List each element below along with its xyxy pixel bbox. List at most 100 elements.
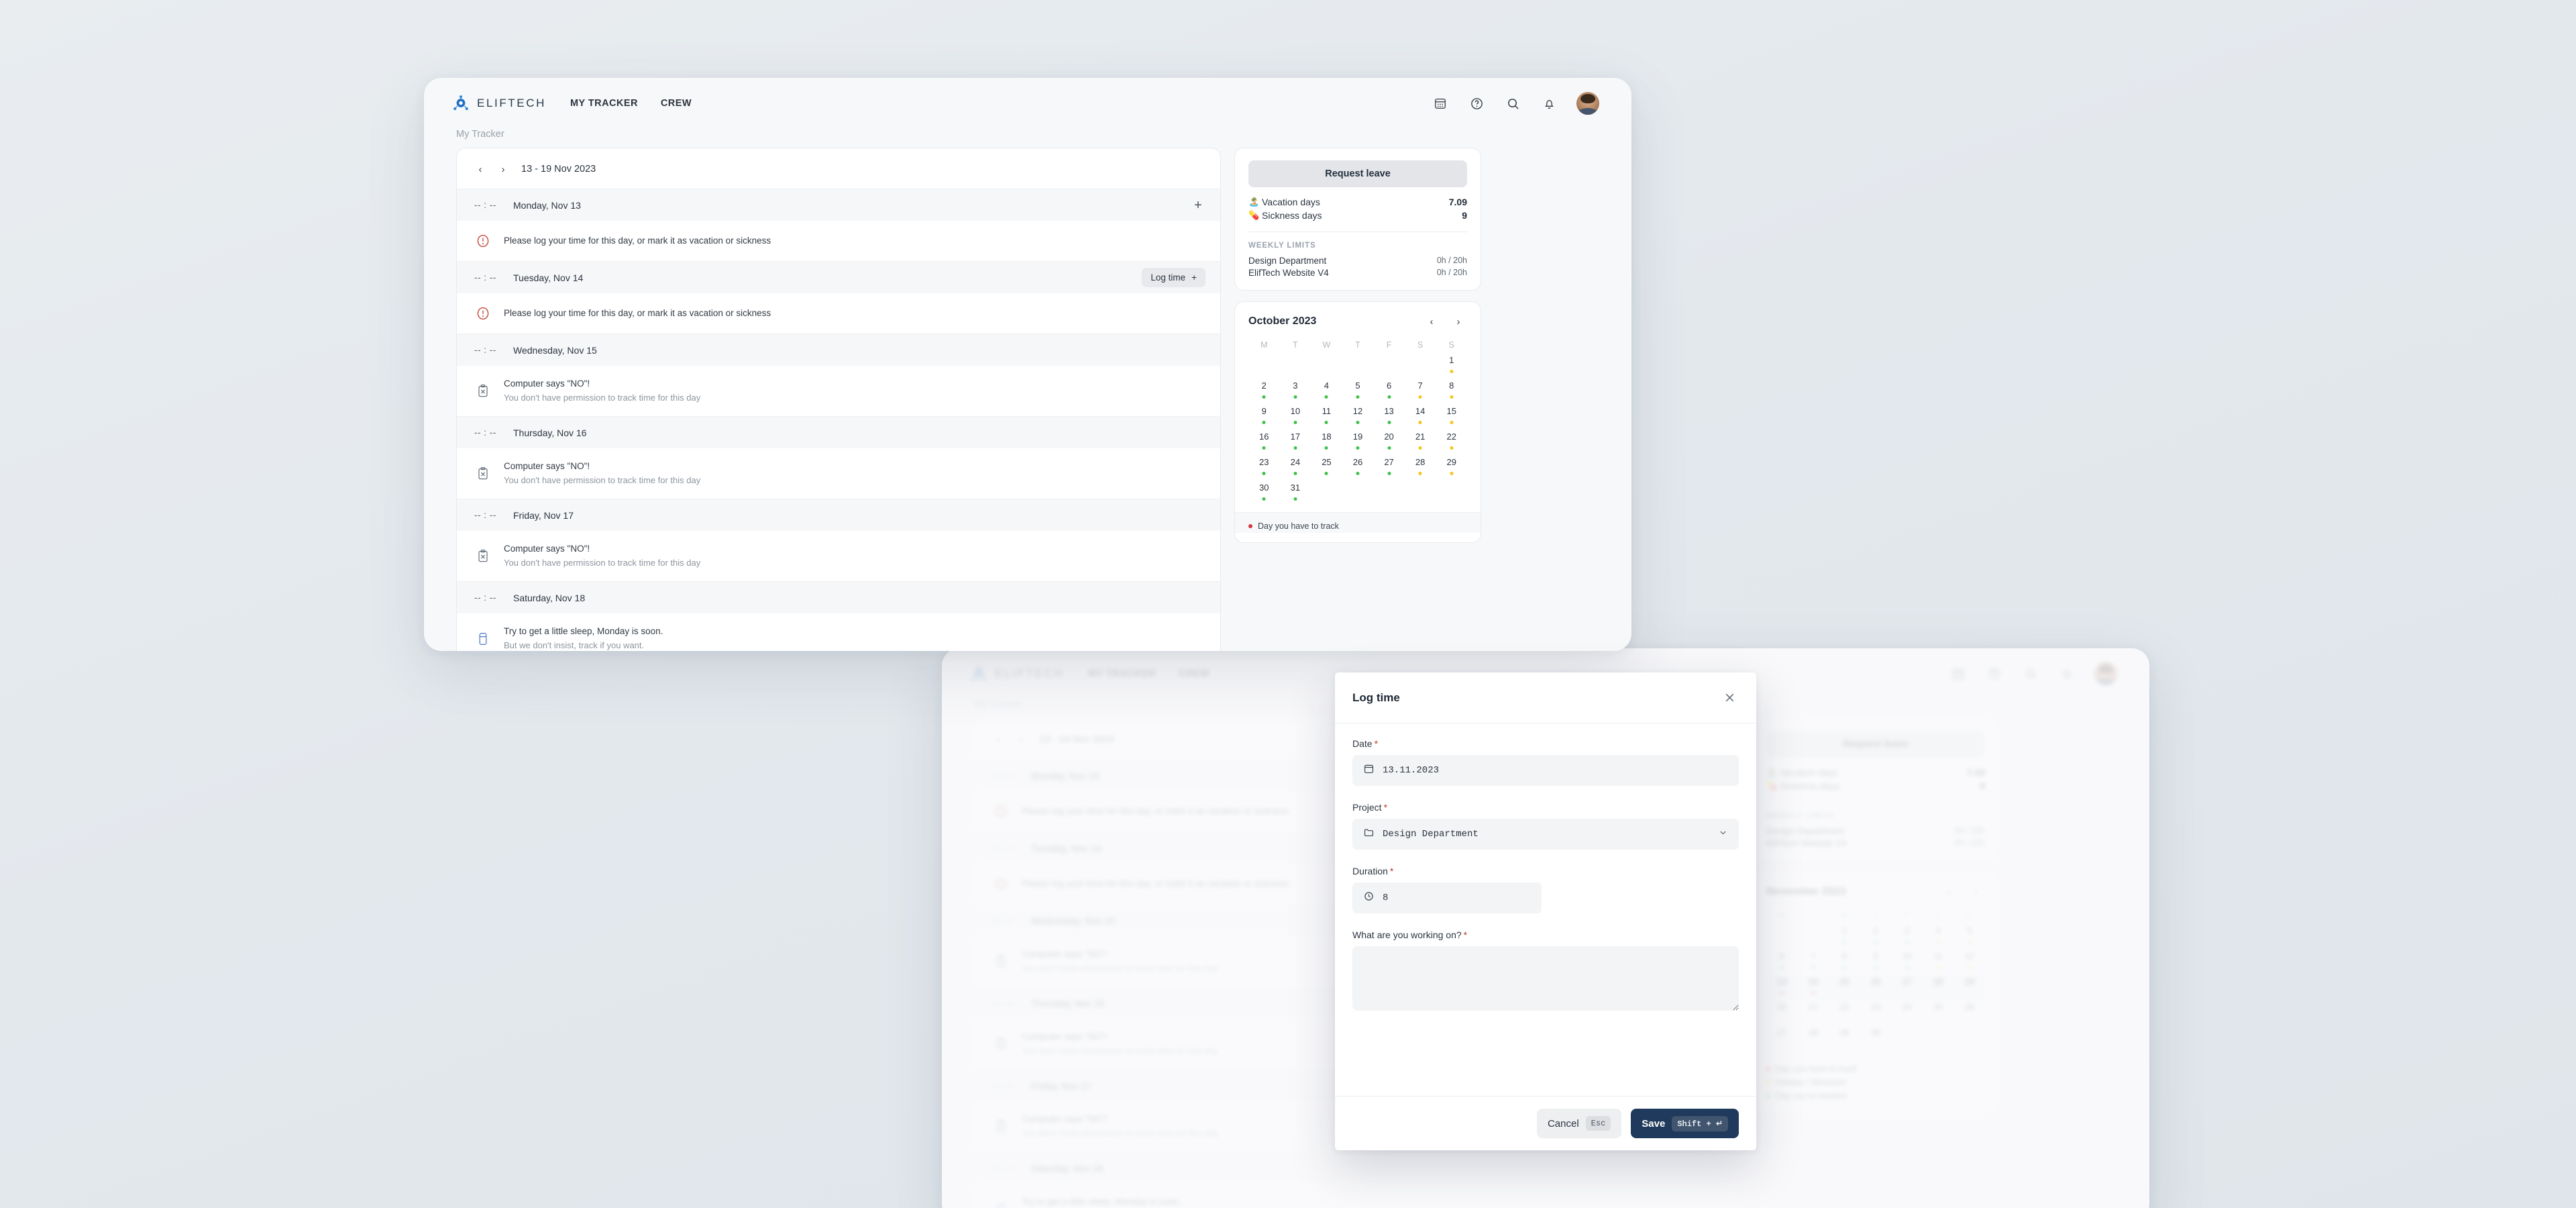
clipboard-x-icon — [474, 548, 492, 565]
calendar-day-cell[interactable]: 13 — [1373, 405, 1405, 430]
bg-day-message: Try to get a little sleep, Monday is soo… — [975, 1184, 1738, 1208]
calendar-day-cell[interactable]: 27 — [1373, 456, 1405, 481]
calendar-day-cell[interactable]: 25 — [1311, 456, 1342, 481]
description-textarea[interactable] — [1352, 946, 1739, 1011]
day-name: Monday, Nov 13 — [513, 199, 581, 211]
calendar-day-dot — [1842, 966, 1846, 969]
calendar-day-cell[interactable]: 26 — [1342, 456, 1374, 481]
calendar-prev-icon[interactable]: ‹ — [1423, 313, 1440, 330]
calendar-day-dot — [1450, 370, 1454, 373]
bg-balance-value: 7.09 — [1966, 767, 1985, 778]
prev-week-icon[interactable]: ‹ — [472, 160, 489, 178]
bg-day-message-text: Try to get a little sleep, Monday is soo… — [1022, 1195, 1181, 1208]
project-label: Project * — [1352, 802, 1739, 813]
calendar-day-cell[interactable]: 31 — [1280, 481, 1311, 507]
calendar-day-cell[interactable]: 8 — [1436, 379, 1467, 405]
day-row[interactable]: -- : -- Friday, Nov 17 — [457, 499, 1220, 532]
breadcrumb: My Tracker — [456, 129, 504, 140]
calendar-grid: M T W T F S S 1 2 3 4 5 6 7 8 9 10 11 12 13 14 15 16 17 18 19 20 21… — [1248, 337, 1467, 507]
chevron-down-icon — [1718, 827, 1728, 841]
bell-icon[interactable] — [1540, 95, 1558, 112]
brand[interactable]: ELIFTECH — [452, 95, 546, 112]
calendar-day-cell[interactable]: 19 — [1342, 430, 1374, 456]
duration-input[interactable]: 8 — [1352, 883, 1542, 913]
calendar-day-cell[interactable]: 12 — [1342, 405, 1374, 430]
clipboard-x-icon — [474, 465, 492, 483]
add-time-button[interactable]: + — [1191, 199, 1205, 212]
nav-my-tracker[interactable]: MY TRACKER — [570, 98, 638, 109]
bg-calendar-nav: ‹ › — [1941, 883, 1985, 901]
weekly-limit-project: Design Department — [1248, 256, 1327, 266]
day-row[interactable]: -- : -- Wednesday, Nov 15 — [457, 334, 1220, 366]
calendar-day-cell[interactable]: 9 — [1248, 405, 1280, 430]
day-row[interactable]: -- : -- Thursday, Nov 16 — [457, 416, 1220, 449]
calendar-day-cell[interactable]: 22 — [1436, 430, 1467, 456]
calendar-day-cell: 8 — [1829, 950, 1860, 975]
calendar-empty-cell — [1405, 354, 1436, 379]
calendar-day-cell: 16 — [1860, 975, 1892, 1001]
calendar-icon[interactable] — [1432, 95, 1449, 112]
calendar-day-cell: 6 — [1766, 950, 1798, 975]
calendar-dow-2: W — [1322, 340, 1331, 350]
request-leave-button[interactable]: Request leave — [1248, 160, 1467, 187]
calendar-day-cell[interactable]: 29 — [1436, 456, 1467, 481]
calendar-day-cell[interactable]: 23 — [1248, 456, 1280, 481]
calendar-day-cell[interactable]: 1 — [1436, 354, 1467, 379]
calendar-day-cell[interactable]: 24 — [1280, 456, 1311, 481]
calendar-day-cell: 21 — [1808, 1002, 1819, 1012]
bg-leave-card: Request leave 🏝️ Vacation days 7.09 💊 Si… — [1752, 718, 1999, 861]
calendar-day-cell[interactable]: 18 — [1311, 430, 1342, 456]
bg-limit-row: Design Department 0h / 20h — [1766, 826, 1985, 836]
bg-island-icon: 🏝️ — [1766, 767, 1778, 777]
calendar-day-cell[interactable]: 15 — [1436, 405, 1467, 430]
calendar-day-cell[interactable]: 3 — [1280, 379, 1311, 405]
search-icon[interactable] — [1504, 95, 1521, 112]
calendar-day-cell[interactable]: 17 — [1280, 430, 1311, 456]
bg-day-message-title: Try to get a little sleep, Monday is soo… — [1022, 1197, 1181, 1207]
calendar-day-cell[interactable]: 4 — [1311, 379, 1342, 405]
sickness-days-row: 💊 Sickness days 9 — [1248, 210, 1467, 221]
calendar-day-dot — [1842, 940, 1846, 944]
calendar-day-cell[interactable]: 2 — [1248, 379, 1280, 405]
day-row[interactable]: -- : -- Saturday, Nov 18 — [457, 581, 1220, 614]
calendar-day-dot — [1293, 395, 1297, 399]
legend-dot — [1766, 1094, 1770, 1098]
calendar-day-cell[interactable]: 30 — [1248, 481, 1280, 507]
modal-body: Date * 13.11.2023 Project * Design Departm… — [1335, 723, 1756, 1096]
bg-day-message-text: Computer says "NO"! You don't have permis… — [1022, 1113, 1218, 1140]
cancel-button[interactable]: Cancel Esc — [1536, 1109, 1622, 1138]
calendar-day-cell[interactable]: 7 — [1405, 379, 1436, 405]
calendar-next-icon[interactable]: › — [1450, 313, 1467, 330]
close-icon[interactable] — [1720, 689, 1739, 707]
calendar-legend-row: Day you've tracked — [1766, 1089, 1985, 1103]
calendar-day-dot — [1262, 446, 1266, 450]
calendar-day-cell[interactable]: 20 — [1373, 430, 1405, 456]
calendar-day-cell[interactable]: 28 — [1405, 456, 1436, 481]
calendar-day-cell[interactable]: 5 — [1342, 379, 1374, 405]
calendar-day-cell: 26 — [1964, 1002, 1974, 1012]
day-row[interactable]: -- : -- Tuesday, Nov 14 Log time + — [457, 261, 1220, 293]
save-button[interactable]: Save Shift + ↵ — [1631, 1109, 1739, 1138]
log-time-label: Log time — [1150, 272, 1186, 283]
nav-crew[interactable]: CREW — [661, 98, 692, 109]
calendar-day-cell[interactable]: 14 — [1405, 405, 1436, 430]
bg-day-message-text: Please log your time for this day, or ma… — [1022, 805, 1289, 819]
project-select[interactable]: Design Department — [1352, 819, 1739, 850]
next-week-icon[interactable]: › — [494, 160, 512, 178]
calendar-day-dot — [1387, 472, 1391, 475]
date-input[interactable]: 13.11.2023 — [1352, 755, 1739, 786]
calendar-day-dot — [1293, 446, 1297, 450]
help-icon[interactable] — [1468, 95, 1485, 112]
week-range-label: 13 - 19 Nov 2023 — [521, 164, 596, 174]
bg-limit-project: ElifTech Website V4 — [1766, 838, 1847, 848]
calendar-day-cell[interactable]: 11 — [1311, 405, 1342, 430]
avatar[interactable] — [1576, 92, 1599, 115]
bg-topbar-icons — [1949, 662, 2117, 685]
legend-dot — [1766, 1080, 1770, 1085]
day-row[interactable]: -- : -- Monday, Nov 13 + — [457, 189, 1220, 221]
log-time-button[interactable]: Log time + — [1142, 268, 1205, 287]
calendar-day-cell[interactable]: 16 — [1248, 430, 1280, 456]
calendar-day-cell[interactable]: 21 — [1405, 430, 1436, 456]
calendar-day-cell[interactable]: 10 — [1280, 405, 1311, 430]
calendar-day-cell[interactable]: 6 — [1373, 379, 1405, 405]
